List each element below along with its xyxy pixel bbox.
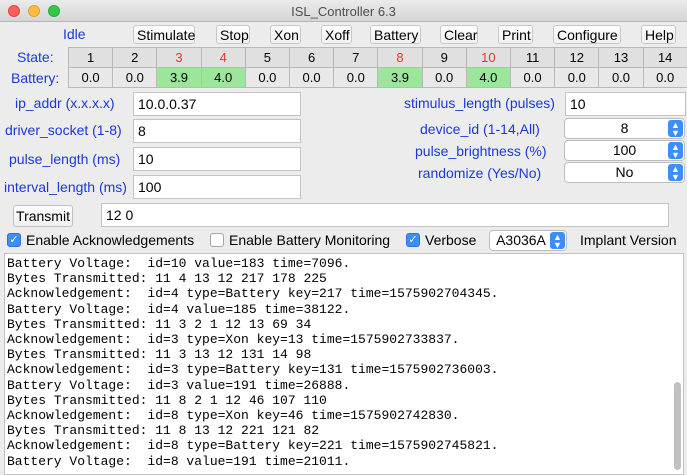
status-label: Idle (63, 26, 86, 42)
help-button[interactable]: Help (641, 25, 676, 44)
log-text-area[interactable]: Battery Voltage: id=10 value=183 time=70… (4, 253, 684, 475)
battery-cell-13: 0.0 (598, 67, 644, 88)
state-cell-14: 14 (642, 47, 687, 68)
xon-button[interactable]: Xon (270, 25, 301, 44)
battery-cell-14: 0.0 (642, 67, 687, 88)
battery-cell-11: 0.0 (510, 67, 556, 88)
driver-socket-input[interactable]: 8 (133, 119, 301, 143)
state-cell-11: 11 (510, 47, 556, 68)
log-line: Acknowledgement: id=4 type=Battery key=2… (7, 286, 499, 302)
window-title: ISL_Controller 6.3 (291, 4, 396, 19)
enable-ack-checkbox[interactable]: ✓ (7, 233, 21, 247)
log-line: Bytes Transmitted: 11 4 13 12 217 178 22… (7, 271, 327, 287)
log-line: Acknowledgement: id=8 type=Battery key=2… (7, 438, 499, 454)
battery-cell-1: 0.0 (68, 67, 114, 88)
state-cell-7: 7 (333, 47, 379, 68)
battery-cell-4: 4.0 (200, 67, 246, 88)
log-line: Bytes Transmitted: 11 3 13 12 131 14 98 (7, 347, 312, 363)
pulse-brightness-label: pulse_brightness (%) (415, 143, 547, 159)
verbose-checkbox[interactable]: ✓ (406, 233, 420, 247)
log-scrollbar[interactable] (674, 382, 681, 470)
stimulus-length-input[interactable]: 10 (565, 92, 686, 116)
battery-button[interactable]: Battery (370, 25, 421, 44)
chevron-updown-icon: ▲ ▼ (550, 232, 565, 250)
device-id-select[interactable]: 8 ▲ ▼ (564, 118, 685, 139)
log-line: Acknowledgement: id=8 type=Xon key=46 ti… (7, 408, 460, 423)
print-button[interactable]: Print (498, 25, 533, 44)
state-cell-9: 9 (421, 47, 467, 68)
randomize-select[interactable]: No ▲ ▼ (564, 162, 685, 183)
pulse-brightness-select[interactable]: 100 ▲ ▼ (564, 140, 685, 161)
log-line: Battery Voltage: id=4 value=185 time=381… (7, 301, 351, 317)
device-id-value: 8 (620, 120, 629, 136)
device-id-label: device_id (1-14,All) (420, 121, 540, 137)
state-cell-12: 12 (554, 47, 600, 68)
battery-cell-5: 0.0 (244, 67, 290, 88)
implant-model-value: A3036A (496, 232, 546, 248)
log-line: Acknowledgement: id=3 type=Xon key=13 ti… (7, 332, 460, 347)
implant-version-label: Implant Version (580, 232, 677, 248)
battery-cell-7: 0.0 (333, 67, 379, 88)
log-line: Battery Voltage: id=10 value=183 time=70… (7, 256, 351, 271)
battery-cell-8: 3.9 (377, 67, 423, 88)
state-cell-1: 1 (68, 47, 114, 68)
pulse-length-input[interactable]: 10 (133, 147, 301, 171)
battery-row-label: Battery: (11, 70, 60, 86)
enable-battery-label: Enable Battery Monitoring (229, 232, 391, 248)
transmit-button[interactable]: Transmit (13, 205, 73, 227)
stimulus-length-label: stimulus_length (pulses) (404, 95, 555, 111)
log-line: Bytes Transmitted: 11 8 13 12 221 121 82 (7, 423, 320, 439)
state-cell-4: 4 (200, 47, 246, 68)
log-line: Bytes Transmitted: 11 8 2 1 12 46 107 11… (7, 392, 327, 408)
state-cell-5: 5 (244, 47, 290, 68)
state-cell-6: 6 (289, 47, 335, 68)
enable-ack-label: Enable Acknowledgements (26, 232, 195, 248)
log-line: Battery Voltage: id=3 value=191 time=268… (7, 377, 351, 393)
title-bar: ISL_Controller 6.3 (0, 0, 687, 22)
stimulate-button[interactable]: Stimulate (133, 25, 195, 44)
battery-cell-2: 0.0 (112, 67, 158, 88)
ip-addr-label: ip_addr (x.x.x.x) (15, 95, 115, 111)
log-line: Acknowledgement: id=3 type=Battery key=1… (7, 362, 499, 378)
log-line: Battery Voltage: id=8 value=191 time=210… (7, 453, 351, 469)
pulse-length-label: pulse_length (ms) (9, 151, 121, 167)
battery-cell-10: 4.0 (465, 67, 511, 88)
ip-addr-input[interactable]: 10.0.0.37 (133, 92, 301, 116)
battery-cell-9: 0.0 (421, 67, 467, 88)
enable-battery-checkbox[interactable] (210, 233, 224, 247)
battery-cell-6: 0.0 (289, 67, 335, 88)
randomize-label: randomize (Yes/No) (418, 165, 542, 181)
verbose-label: Verbose (425, 232, 477, 248)
xoff-button[interactable]: Xoff (321, 25, 352, 44)
pulse-brightness-value: 100 (612, 142, 637, 158)
chevron-updown-icon: ▲ ▼ (668, 164, 683, 182)
state-cell-10: 10 (465, 47, 511, 68)
chevron-updown-icon: ▲ ▼ (668, 142, 683, 160)
stop-button[interactable]: Stop (216, 25, 250, 44)
driver-socket-label: driver_socket (1-8) (5, 122, 122, 138)
log-line: Bytes Transmitted: 11 3 2 1 12 13 69 34 (7, 316, 312, 332)
interval-length-input[interactable]: 100 (133, 175, 301, 199)
clear-button[interactable]: Clear (440, 25, 478, 44)
implant-model-select[interactable]: A3036A ▲ ▼ (489, 230, 567, 251)
randomize-value: No (615, 164, 634, 180)
state-cell-13: 13 (598, 47, 644, 68)
state-cell-8: 8 (377, 47, 423, 68)
interval-length-label: interval_length (ms) (4, 179, 127, 195)
battery-cell-3: 3.9 (156, 67, 202, 88)
state-cell-2: 2 (112, 47, 158, 68)
chevron-updown-icon: ▲ ▼ (668, 120, 683, 138)
state-row-label: State: (17, 49, 54, 65)
state-cell-3: 3 (156, 47, 202, 68)
battery-cell-12: 0.0 (554, 67, 600, 88)
transmit-input[interactable]: 12 0 (101, 203, 669, 227)
configure-button[interactable]: Configure (553, 25, 621, 44)
